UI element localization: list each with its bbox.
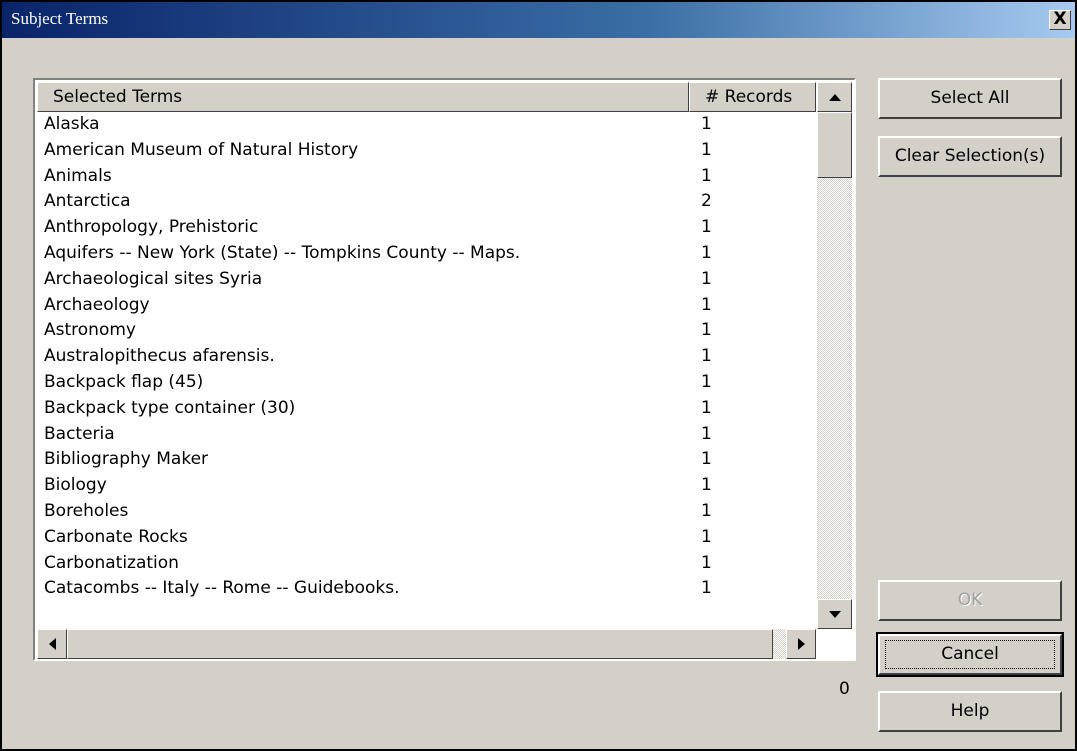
- clear-selection-button[interactable]: Clear Selection(s): [878, 136, 1062, 177]
- records-cell: 1: [701, 578, 712, 599]
- records-cell: 1: [701, 114, 712, 134]
- window-title: Subject Terms: [11, 9, 109, 28]
- table-row[interactable]: Anthropology, Prehistoric 1: [37, 215, 816, 241]
- list-rows: Alaska 1 American Museum of Natural Histor…: [37, 112, 816, 628]
- table-row[interactable]: Astronomy 1: [37, 318, 816, 344]
- vertical-scrollbar[interactable]: [817, 82, 852, 629]
- table-row[interactable]: Bibliography Maker 1: [37, 447, 816, 473]
- list-header: Selected Terms # Records: [37, 82, 816, 112]
- records-cell: 1: [701, 371, 712, 392]
- table-row[interactable]: Biology 1: [37, 473, 816, 499]
- scroll-up-button[interactable]: [817, 82, 852, 112]
- help-button[interactable]: Help: [878, 691, 1062, 732]
- term-cell: Carbonatization: [44, 552, 179, 573]
- arrow-up-icon: [828, 93, 841, 101]
- records-cell: 1: [701, 526, 712, 547]
- horizontal-scroll-thumb[interactable]: [67, 629, 773, 659]
- title-bar[interactable]: Subject Terms X: [2, 2, 1075, 38]
- records-cell: 1: [701, 449, 712, 470]
- vertical-scroll-thumb[interactable]: [817, 112, 852, 178]
- scroll-down-button[interactable]: [817, 599, 852, 629]
- column-header-selected-terms[interactable]: Selected Terms: [37, 82, 689, 112]
- ok-button[interactable]: OK: [878, 580, 1062, 621]
- selection-count: 0: [839, 679, 850, 699]
- table-row[interactable]: Australopithecus afarensis. 1: [37, 344, 816, 370]
- records-cell: 1: [701, 397, 712, 418]
- close-icon: X: [1053, 9, 1067, 29]
- records-cell: 1: [701, 475, 712, 496]
- term-cell: American Museum of Natural History: [44, 139, 359, 160]
- subject-terms-dialog: Subject Terms X Selected Terms # Records…: [0, 0, 1077, 751]
- scroll-left-button[interactable]: [37, 629, 67, 659]
- records-cell: 1: [701, 217, 712, 238]
- table-row[interactable]: Antarctica 2: [37, 189, 816, 215]
- table-row[interactable]: Carbonate Rocks 1: [37, 525, 816, 551]
- table-row[interactable]: Alaska 1: [37, 112, 816, 138]
- table-row[interactable]: Aquifers -- New York (State) -- Tompkins…: [37, 241, 816, 267]
- scroll-right-button[interactable]: [786, 629, 816, 659]
- table-row[interactable]: Carbonatization 1: [37, 551, 816, 577]
- table-row[interactable]: Animals 1: [37, 164, 816, 190]
- records-cell: 1: [701, 165, 712, 186]
- term-cell: Bibliography Maker: [44, 449, 209, 470]
- term-cell: Anthropology, Prehistoric: [44, 217, 259, 238]
- term-cell: Catacombs -- Italy -- Rome -- Guidebooks…: [44, 578, 400, 599]
- records-cell: 1: [701, 552, 712, 573]
- term-cell: Backpack flap (45): [44, 371, 204, 392]
- cancel-button[interactable]: Cancel: [876, 632, 1064, 677]
- table-row[interactable]: Bacteria 1: [37, 422, 816, 448]
- horizontal-scrollbar[interactable]: [37, 629, 816, 659]
- records-cell: 1: [701, 139, 712, 160]
- table-row[interactable]: Backpack type container (30) 1: [37, 396, 816, 422]
- table-row[interactable]: Archaeology 1: [37, 293, 816, 319]
- records-cell: 1: [701, 423, 712, 444]
- records-cell: 1: [701, 346, 712, 367]
- column-header-records[interactable]: # Records: [689, 82, 816, 112]
- term-cell: Alaska: [44, 114, 100, 134]
- term-cell: Backpack type container (30): [44, 397, 296, 418]
- term-cell: Astronomy: [44, 320, 136, 341]
- arrow-left-icon: [48, 638, 56, 650]
- table-row[interactable]: American Museum of Natural History 1: [37, 138, 816, 164]
- term-cell: Australopithecus afarensis.: [44, 346, 275, 367]
- table-row[interactable]: Catacombs -- Italy -- Rome -- Guidebooks…: [37, 576, 816, 602]
- table-row[interactable]: Backpack flap (45) 1: [37, 370, 816, 396]
- arrow-right-icon: [797, 638, 805, 650]
- term-cell: Biology: [44, 475, 107, 496]
- term-cell: Bacteria: [44, 423, 115, 444]
- table-row[interactable]: Boreholes 1: [37, 499, 816, 525]
- records-cell: 1: [701, 320, 712, 341]
- term-cell: Boreholes: [44, 500, 129, 521]
- term-cell: Antarctica: [44, 191, 131, 212]
- records-cell: 1: [701, 242, 712, 263]
- records-cell: 1: [701, 294, 712, 315]
- records-cell: 1: [701, 500, 712, 521]
- term-cell: Aquifers -- New York (State) -- Tompkins…: [44, 242, 521, 263]
- records-cell: 2: [701, 191, 712, 212]
- term-cell: Archaeology: [44, 294, 150, 315]
- focus-indicator: [885, 640, 1055, 669]
- close-button[interactable]: X: [1049, 10, 1071, 30]
- terms-list: Selected Terms # Records Alaska 1 American…: [33, 78, 856, 661]
- term-cell: Carbonate Rocks: [44, 526, 188, 547]
- arrow-down-icon: [828, 610, 841, 618]
- term-cell: Archaeological sites Syria: [44, 268, 263, 289]
- table-row[interactable]: Archaeological sites Syria 1: [37, 267, 816, 293]
- term-cell: Animals: [44, 165, 112, 186]
- select-all-button[interactable]: Select All: [878, 78, 1062, 119]
- records-cell: 1: [701, 268, 712, 289]
